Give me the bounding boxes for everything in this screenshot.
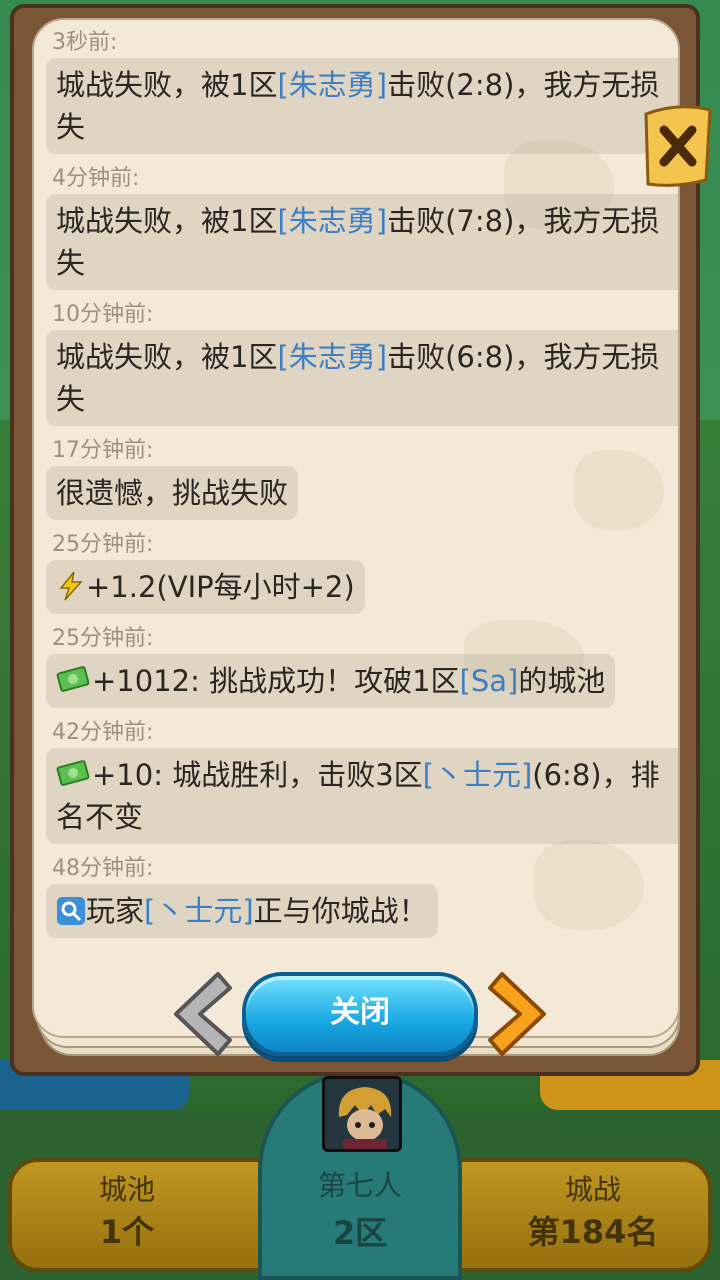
log-message: 城战失败，被1区[朱志勇]击败(2:8)，我方无损失 [46, 58, 678, 154]
log-text: +1.2(VIP每小时+2) [86, 570, 355, 604]
log-time: 10分钟前: [52, 302, 154, 327]
search-icon [57, 897, 85, 925]
log-paper: 3秒前: 城战失败，被1区[朱志勇]击败(2:8)，我方无损失 4分钟前: 城战… [32, 18, 680, 1038]
next-page-button[interactable] [486, 968, 558, 1060]
cash-icon [56, 666, 90, 692]
log-message: 城战失败，被1区[朱志勇]击败(7:8)，我方无损失 [46, 194, 678, 290]
log-time: 17分钟前: [52, 438, 154, 463]
log-message: 城战失败，被1区[朱志勇]击败(6:8)，我方无损失 [46, 330, 678, 426]
log-entry: 25分钟前: +1.2(VIP每小时+2) [46, 530, 678, 614]
log-entry: 42分钟前: +10: 城战胜利，击败3区[丶士元](6:8)，排名不变 [46, 718, 678, 844]
log-entry: 25分钟前: +1012: 挑战成功！攻破1区[Sa]的城池 [46, 624, 678, 708]
close-icon [644, 105, 712, 187]
player-link[interactable]: [Sa] [460, 664, 519, 698]
lightning-bolt-icon [59, 571, 83, 601]
close-dialog-button[interactable] [640, 100, 716, 190]
log-message: +1012: 挑战成功！攻破1区[Sa]的城池 [46, 654, 616, 708]
cash-icon [56, 760, 90, 786]
log-entry: 4分钟前: 城战失败，被1区[朱志勇]击败(7:8)，我方无损失 [46, 164, 678, 290]
log-text: 正与你城战！ [253, 894, 428, 928]
player-link[interactable]: [朱志勇] [277, 340, 387, 374]
log-entry: 48分钟前: 玩家[丶士元]正与你城战！ [46, 854, 678, 938]
log-message: +1.2(VIP每小时+2) [46, 560, 365, 614]
log-time: 3秒前: [52, 30, 118, 55]
log-text: 城战失败，被1区 [56, 204, 278, 238]
log-entry: 3秒前: 城战失败，被1区[朱志勇]击败(2:8)，我方无损失 [46, 28, 678, 154]
log-text: +1012: 挑战成功！攻破1区 [92, 664, 460, 698]
log-text: 城战失败，被1区 [56, 340, 278, 374]
log-text: 的城池 [518, 664, 606, 698]
log-time: 48分钟前: [52, 856, 154, 881]
log-time: 42分钟前: [52, 720, 154, 745]
log-text: +10: 城战胜利，击败3区 [92, 758, 423, 792]
log-text: 玩家 [86, 894, 145, 928]
chevron-left-icon [174, 972, 232, 1056]
player-link[interactable]: [丶士元] [423, 758, 533, 792]
log-message: +10: 城战胜利，击败3区[丶士元](6:8)，排名不变 [46, 748, 678, 844]
chevron-right-icon [488, 972, 546, 1056]
player-link[interactable]: [朱志勇] [277, 204, 387, 238]
log-time: 4分钟前: [52, 166, 140, 191]
player-link[interactable]: [朱志勇] [277, 68, 387, 102]
log-text: 城战失败，被1区 [56, 68, 278, 102]
previous-page-button[interactable] [162, 968, 234, 1060]
log-entry: 17分钟前: 很遗憾，挑战失败 [46, 436, 678, 520]
log-time: 25分钟前: [52, 532, 154, 557]
player-link[interactable]: [丶士元] [144, 894, 254, 928]
log-entry: 10分钟前: 城战失败，被1区[朱志勇]击败(6:8)，我方无损失 [46, 300, 678, 426]
battle-log-list[interactable]: 3秒前: 城战失败，被1区[朱志勇]击败(2:8)，我方无损失 4分钟前: 城战… [46, 28, 678, 978]
close-button[interactable]: 关闭 [242, 972, 478, 1056]
log-time: 25分钟前: [52, 626, 154, 651]
log-message: 很遗憾，挑战失败 [46, 466, 299, 520]
log-message: 玩家[丶士元]正与你城战！ [46, 884, 438, 938]
